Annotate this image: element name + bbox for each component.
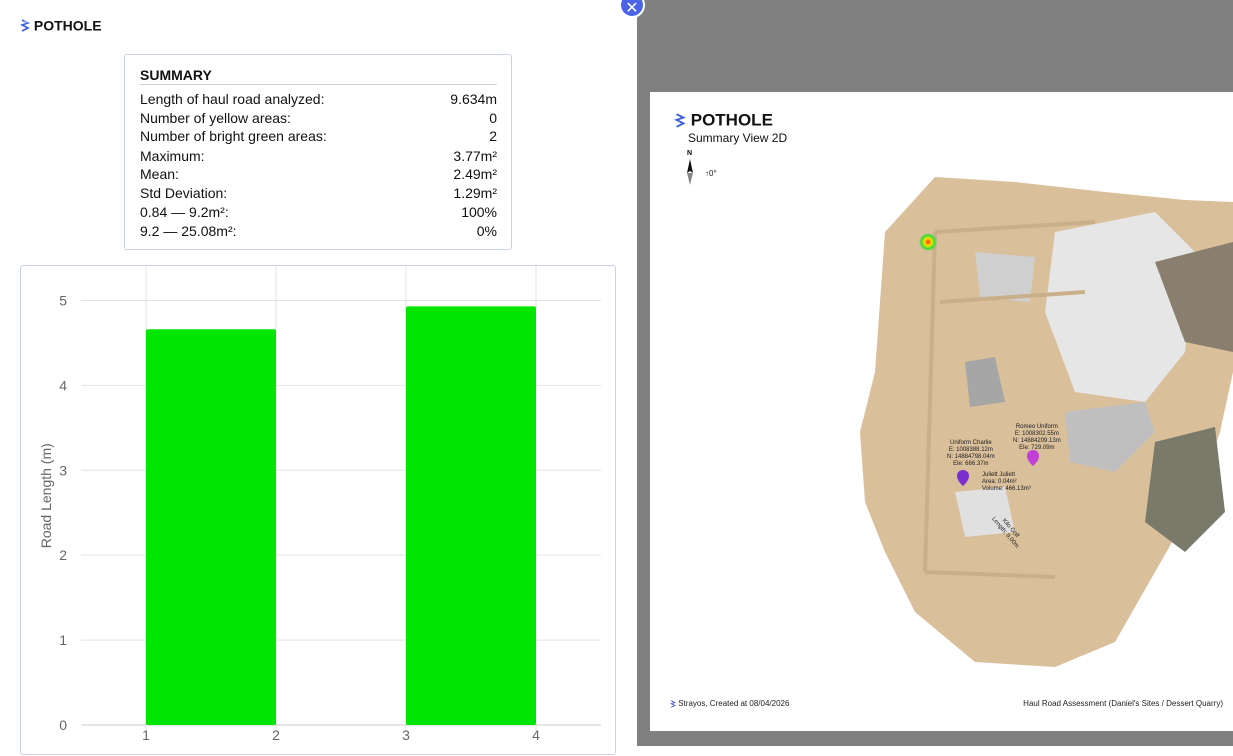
site-map <box>860 177 1233 667</box>
summary-label: 0.84 — 9.2m²: <box>140 204 229 220</box>
report-preview-panel: POTHOLE Summary View 2D N ↑0° Uniform Ch… <box>637 0 1233 746</box>
summary-label: Maximum: <box>140 148 205 164</box>
map-label-line: E: 1008302.55m <box>1014 431 1059 437</box>
close-icon[interactable]: ✕ <box>625 0 638 17</box>
y-tick-label: 4 <box>59 377 67 393</box>
summary-row-green: Number of bright green areas: 2 <box>140 128 497 146</box>
map-label-uniform-charlie: Uniform Charlie E: 1008388.12m N: 148847… <box>947 440 995 468</box>
summary-label: Mean: <box>140 166 179 182</box>
summary-label: 9.2 — 25.08m²: <box>140 223 237 239</box>
summary-label: Length of haul road analyzed: <box>140 91 325 107</box>
summary-row-maximum: Maximum: 3.77m² <box>140 148 497 166</box>
map-label-line: Juliett Juliett <box>982 472 1016 478</box>
report-subtitle: Summary View 2D <box>688 131 788 145</box>
summary-row-mean: Mean: 2.49m² <box>140 166 497 184</box>
road-length-chart: 0 1 2 3 4 5 1 2 3 4 Road Length (m) <box>20 265 616 755</box>
y-tick-label: 3 <box>59 462 67 478</box>
map-label-line: N: 14884798.04m <box>947 454 995 460</box>
chart-svg: 0 1 2 3 4 5 1 2 3 4 Road Length (m) <box>38 266 601 743</box>
x-tick-label: 4 <box>532 727 540 743</box>
bar <box>146 329 276 725</box>
report-page: POTHOLE Summary View 2D N ↑0° Uniform Ch… <box>650 92 1233 731</box>
report-footer-right: Haul Road Assessment (Daniel's Sites / D… <box>1023 699 1223 708</box>
summary-value: 2.49m² <box>453 166 497 182</box>
summary-value: 0% <box>476 223 497 239</box>
summary-row-stddev: Std Deviation: 1.29m² <box>140 185 497 203</box>
summary-value: 9.634m <box>450 91 497 107</box>
summary-row-length: Length of haul road analyzed: 9.634m <box>140 91 497 109</box>
summary-box: SUMMARY Length of haul road analyzed: 9.… <box>124 54 512 250</box>
map-label-line: Ele: 729.09m <box>1019 445 1055 451</box>
summary-value: 100% <box>461 204 497 220</box>
rotation-indicator: ↑0° <box>705 169 717 178</box>
app-title: POTHOLE <box>20 16 102 33</box>
map-label-line: E: 1008388.12m <box>948 447 993 453</box>
map-label-line: Area: 0.04m² <box>982 479 1017 485</box>
map-label-line: Volume: 466.13m³ <box>982 486 1031 492</box>
map-label-line: Ele: 666.37m <box>953 461 989 467</box>
strayos-logo-icon <box>670 700 676 708</box>
map-label-juliett-juliett: Juliett Juliett Area: 0.04m² Volume: 466… <box>982 472 1031 493</box>
y-tick-label: 5 <box>59 292 67 308</box>
report-footer-left: Strayos, Created at 08/04/2026 <box>670 699 789 708</box>
report-footer-left-text: Strayos, Created at 08/04/2026 <box>678 699 790 708</box>
summary-value: 0 <box>489 110 497 126</box>
x-tick-label: 3 <box>402 727 410 743</box>
summary-row-range-low: 0.84 — 9.2m²: 100% <box>140 204 497 222</box>
x-tick-label: 2 <box>272 727 280 743</box>
y-tick-label: 0 <box>59 717 67 733</box>
summary-value: 1.29m² <box>453 185 497 201</box>
summary-row-yellow: Number of yellow areas: 0 <box>140 110 497 128</box>
summary-panel: POTHOLE SUMMARY Length of haul road anal… <box>0 0 637 755</box>
map-label-line: Romeo Uniform <box>1015 424 1058 430</box>
x-tick-label: 1 <box>142 727 150 743</box>
summary-value: 2 <box>489 128 497 144</box>
y-tick-label: 1 <box>59 632 67 648</box>
summary-title: SUMMARY <box>140 67 497 85</box>
y-tick-label: 2 <box>59 547 67 563</box>
report-title: POTHOLE <box>674 110 773 131</box>
summary-row-range-high: 9.2 — 25.08m²: 0% <box>140 223 497 241</box>
report-title-text: POTHOLE <box>690 110 773 130</box>
summary-label: Std Deviation: <box>140 185 228 201</box>
strayos-logo-icon <box>20 19 30 32</box>
summary-label: Number of yellow areas: <box>140 110 291 126</box>
summary-label: Number of bright green areas: <box>140 128 327 144</box>
map-label-romeo-uniform: Romeo Uniform E: 1008302.55m N: 14884209… <box>1013 424 1061 452</box>
map-label-line: N: 14884209.13m <box>1013 438 1061 444</box>
summary-value: 3.77m² <box>453 148 497 164</box>
app-title-text: POTHOLE <box>33 17 102 34</box>
bar <box>406 306 536 725</box>
north-arrow-icon <box>687 159 693 185</box>
y-axis-label: Road Length (m) <box>38 443 54 548</box>
strayos-logo-icon <box>674 113 686 128</box>
map-label-line: Uniform Charlie <box>950 440 992 446</box>
